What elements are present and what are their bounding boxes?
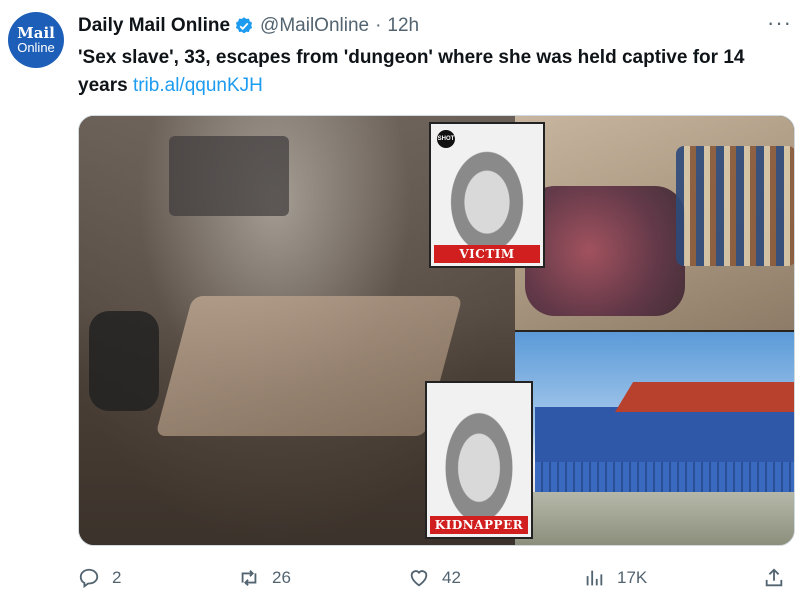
reply-button[interactable]: 2	[78, 562, 121, 594]
blue-house-photo[interactable]	[515, 332, 794, 545]
tweet-text: 'Sex slave', 33, escapes from 'dungeon' …	[78, 44, 794, 100]
avatar-text-mail: Mail	[17, 23, 55, 42]
tweet-media[interactable]: SHOT VICTIM KIDNAPPER	[78, 115, 795, 546]
user-handle[interactable]: @MailOnline	[260, 15, 369, 37]
verified-badge-icon	[234, 16, 254, 36]
reply-icon	[79, 568, 99, 589]
kidnapper-portrait: KIDNAPPER	[425, 381, 533, 539]
messy-room-photo[interactable]	[515, 116, 794, 330]
share-button[interactable]	[763, 562, 797, 594]
retweet-button[interactable]: 26	[238, 562, 291, 594]
shot-logo: SHOT	[437, 130, 455, 148]
display-name[interactable]: Daily Mail Online	[78, 15, 230, 37]
header-separator: ·	[375, 15, 382, 36]
victim-portrait: SHOT VICTIM	[429, 122, 545, 268]
avatar[interactable]: Mail Online	[8, 12, 64, 68]
victim-label: VICTIM	[434, 245, 540, 263]
side-photos	[515, 116, 794, 545]
like-button[interactable]: 42	[408, 562, 461, 594]
tweet-header: Daily Mail Online @MailOnline · 12h ···	[78, 10, 800, 38]
avatar-text-online: Online	[17, 39, 55, 55]
views-count: 17K	[617, 568, 648, 587]
views-icon	[586, 570, 603, 586]
bed	[676, 146, 794, 266]
timestamp[interactable]: 12h	[387, 15, 419, 37]
blue-fence	[535, 462, 794, 492]
mattress	[155, 296, 463, 436]
tweet-link[interactable]: trib.al/qqunKJH	[133, 75, 263, 96]
action-bar: 2 26 42 17K	[78, 562, 794, 594]
kidnapper-face	[427, 383, 531, 537]
views-button[interactable]: 17K	[583, 562, 647, 594]
retweet-count: 26	[272, 568, 291, 587]
heart-icon	[410, 570, 428, 587]
dark-bundle	[89, 311, 159, 411]
house-roof	[615, 382, 794, 412]
more-options-icon[interactable]: ···	[767, 10, 792, 36]
ground	[515, 492, 794, 545]
clothes-pile	[525, 186, 685, 316]
kidnapper-label: KIDNAPPER	[430, 516, 528, 534]
like-count: 42	[442, 568, 461, 587]
wall-cloth	[169, 136, 289, 216]
share-icon	[765, 568, 783, 587]
reply-count: 2	[112, 568, 122, 587]
retweet-icon	[241, 570, 257, 586]
